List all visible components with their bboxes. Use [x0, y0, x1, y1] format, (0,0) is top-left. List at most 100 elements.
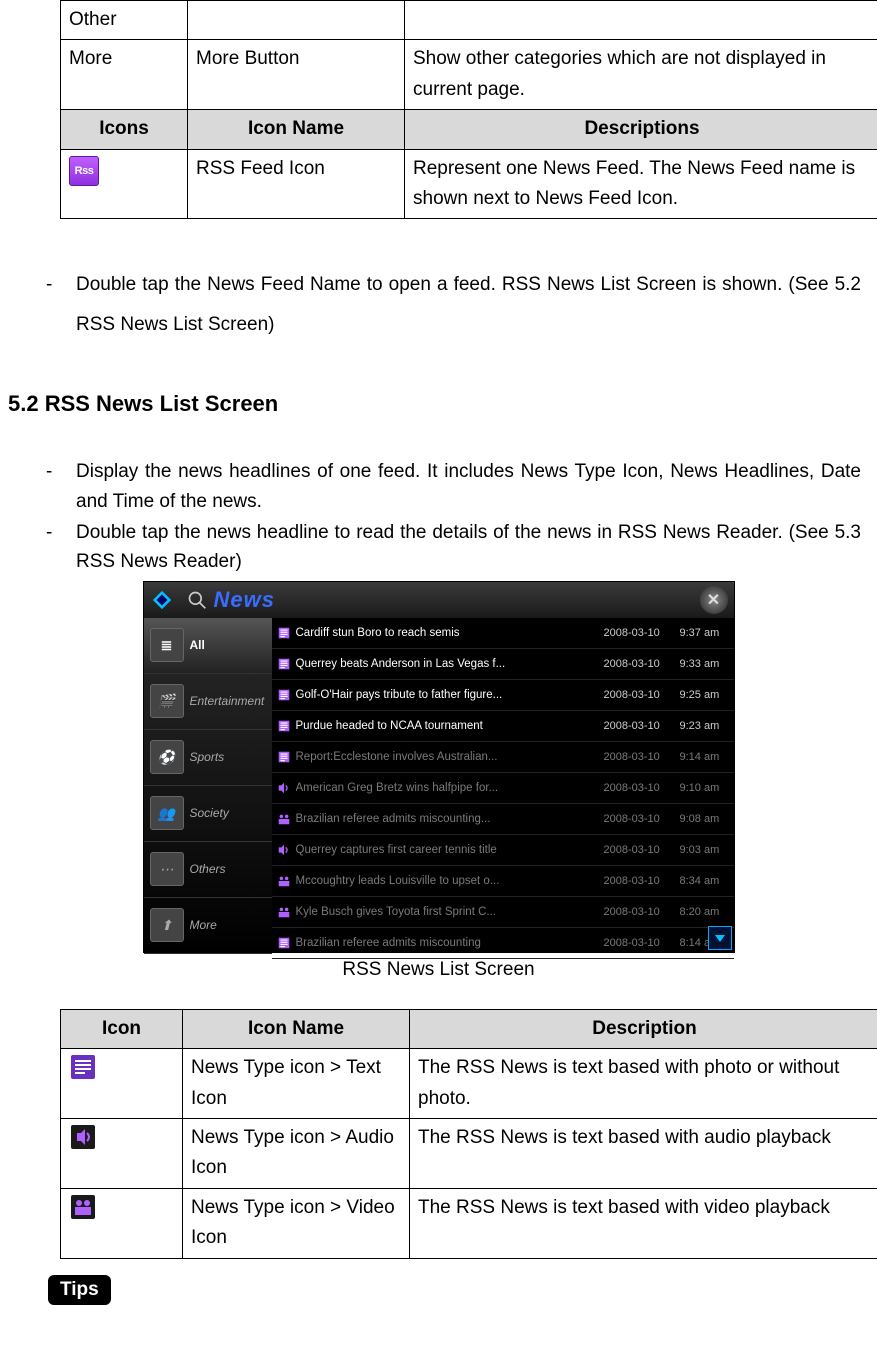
cell-more-name: More Button [188, 40, 405, 110]
news-type-video-icon [276, 904, 292, 920]
news-type-audio-icon [276, 842, 292, 858]
cell-more-desc: Show other categories which are not disp… [405, 40, 877, 110]
cell-rss-icon: Rss [61, 149, 188, 219]
news-row[interactable]: Querrey beats Anderson in Las Vegas f...… [272, 649, 734, 680]
news-row[interactable]: Report:Ecclestone involves Australian...… [272, 742, 734, 773]
search-icon[interactable] [180, 583, 214, 617]
sidebar-item-sports[interactable]: ⚽ Sports [144, 730, 272, 786]
sidebar-item-more[interactable]: ⬆ More [144, 898, 272, 954]
news-time: 9:08 am [680, 813, 730, 825]
news-title: Kyle Busch gives Toyota first Sprint C..… [296, 906, 600, 918]
news-date: 2008-03-10 [604, 906, 676, 918]
news-time: 9:23 am [680, 720, 730, 732]
news-row[interactable]: American Greg Bretz wins halfpipe for...… [272, 773, 734, 804]
news-time: 8:20 am [680, 906, 730, 918]
news-title: Querrey captures first career tennis tit… [296, 844, 600, 856]
news-title: Purdue headed to NCAA tournament [296, 720, 600, 732]
news-date: 2008-03-10 [604, 751, 676, 763]
cell-text-desc: The RSS News is text based with photo or… [410, 1049, 877, 1119]
news-type-text-icon [276, 687, 292, 703]
news-type-text-icon [69, 1053, 97, 1081]
news-type-text-icon [276, 656, 292, 672]
hdr-icon: Icon [61, 1009, 183, 1048]
cell-text-name: News Type icon > Text Icon [183, 1049, 410, 1119]
cell-other: Other [61, 1, 188, 40]
cell-video-desc: The RSS News is text based with video pl… [410, 1188, 877, 1258]
tips-badge: Tips [48, 1275, 111, 1305]
news-date: 2008-03-10 [604, 658, 676, 670]
cell-rss-name: RSS Feed Icon [188, 149, 405, 219]
news-date: 2008-03-10 [604, 937, 676, 949]
rss-feed-icon: Rss [69, 156, 99, 186]
news-title: Brazilian referee admits miscounting... [296, 813, 600, 825]
society-icon: 👥 [150, 796, 184, 830]
screenshot-caption: RSS News List Screen [8, 959, 869, 981]
news-row[interactable]: Mccoughtry leads Louisville to upset o..… [272, 866, 734, 897]
news-time: 9:03 am [680, 844, 730, 856]
news-date: 2008-03-10 [604, 875, 676, 887]
others-icon: ⋯ [150, 852, 184, 886]
rss-news-list-screenshot: News ✕ ≣ All 🎬 Entertainment ⚽ Sports 👥 … [143, 581, 735, 953]
sidebar-item-all[interactable]: ≣ All [144, 618, 272, 674]
sidebar-item-others[interactable]: ⋯ Others [144, 842, 272, 898]
category-sidebar: ≣ All 🎬 Entertainment ⚽ Sports 👥 Society… [144, 618, 272, 952]
news-title: Brazilian referee admits miscounting [296, 937, 600, 949]
news-date: 2008-03-10 [604, 782, 676, 794]
cell-other-name [188, 1, 405, 40]
bullet-double-tap-read: - Double tap the news headline to read t… [46, 518, 861, 577]
news-type-text-icon [276, 935, 292, 951]
news-type-text-icon [276, 749, 292, 765]
app-title: News [214, 587, 700, 613]
hdr-icon-name-2: Icon Name [183, 1009, 410, 1048]
cell-video-name: News Type icon > Video Icon [183, 1188, 410, 1258]
news-row[interactable]: Purdue headed to NCAA tournament2008-03-… [272, 711, 734, 742]
hdr-icon-name: Icon Name [188, 110, 405, 149]
app-logo-icon[interactable] [144, 582, 180, 618]
news-time: 9:37 am [680, 627, 730, 639]
news-type-icon-table: Icon Icon Name Description News Type ico… [60, 1009, 877, 1259]
sports-icon: ⚽ [150, 740, 184, 774]
cell-audio-name: News Type icon > Audio Icon [183, 1119, 410, 1189]
cell-text-icon [61, 1049, 183, 1119]
cell-rss-desc: Represent one News Feed. The News Feed n… [405, 149, 877, 219]
news-time: 9:10 am [680, 782, 730, 794]
heading-5-2: 5.2 RSS News List Screen [8, 391, 869, 417]
close-icon[interactable]: ✕ [700, 586, 728, 614]
news-row[interactable]: Querrey captures first career tennis tit… [272, 835, 734, 866]
news-title: American Greg Bretz wins halfpipe for... [296, 782, 600, 794]
news-list: Cardiff stun Boro to reach semis 2008-03-… [272, 618, 734, 952]
news-date: 2008-03-10 [604, 844, 676, 856]
news-type-text-icon [276, 625, 292, 641]
bullet-display-headlines: - Display the news headlines of one feed… [46, 457, 861, 516]
cell-video-icon [61, 1188, 183, 1258]
news-row[interactable]: Kyle Busch gives Toyota first Sprint C..… [272, 897, 734, 928]
cell-more: More [61, 40, 188, 110]
news-time: 9:33 am [680, 658, 730, 670]
hdr-description: Description [410, 1009, 877, 1048]
news-row[interactable]: Golf-O'Hair pays tribute to father figur… [272, 680, 734, 711]
news-date: 2008-03-10 [604, 689, 676, 701]
categories-table: Other More More Button Show other catego… [60, 0, 877, 219]
news-time: 9:25 am [680, 689, 730, 701]
cell-audio-icon [61, 1119, 183, 1189]
news-date: 2008-03-10 [604, 627, 676, 639]
news-time: 8:34 am [680, 875, 730, 887]
entertainment-icon: 🎬 [150, 684, 184, 718]
news-row[interactable]: Brazilian referee admits miscounting...2… [272, 804, 734, 835]
news-row[interactable]: Cardiff stun Boro to reach semis 2008-03-… [272, 618, 734, 649]
news-time: 9:14 am [680, 751, 730, 763]
cell-audio-desc: The RSS News is text based with audio pl… [410, 1119, 877, 1189]
all-icon: ≣ [150, 628, 184, 662]
news-type-video-icon [276, 811, 292, 827]
news-row[interactable]: Brazilian referee admits miscounting 2008… [272, 928, 734, 959]
sidebar-item-society[interactable]: 👥 Society [144, 786, 272, 842]
news-type-text-icon [276, 718, 292, 734]
news-title: Mccoughtry leads Louisville to upset o..… [296, 875, 600, 887]
hdr-descriptions: Descriptions [405, 110, 877, 149]
scroll-down-icon[interactable] [708, 926, 732, 950]
sidebar-item-entertainment[interactable]: 🎬 Entertainment [144, 674, 272, 730]
news-title: Report:Ecclestone involves Australian... [296, 751, 600, 763]
cell-other-desc [405, 1, 877, 40]
news-title: Cardiff stun Boro to reach semis [296, 627, 600, 639]
hdr-icons: Icons [61, 110, 188, 149]
